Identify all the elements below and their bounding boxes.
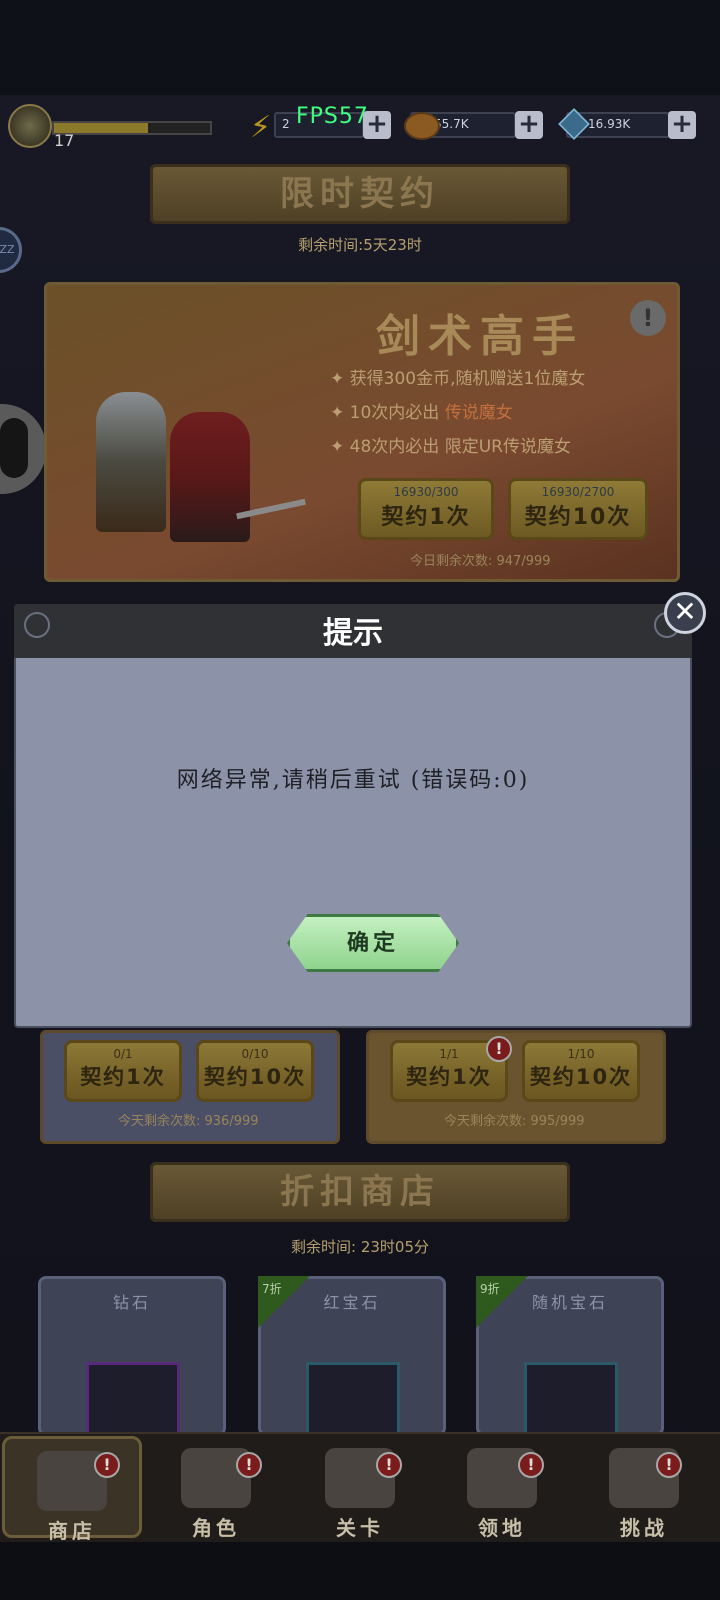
discount-tag-text: 7折: [262, 1282, 282, 1296]
discount-tag-text: 9折: [480, 1282, 500, 1296]
nav-badge: !: [518, 1452, 544, 1478]
nav-shop[interactable]: 商店: [2, 1436, 142, 1543]
nav-badge: !: [236, 1452, 262, 1478]
gem-bag-item-icon: [524, 1362, 618, 1442]
featured-contract-10-button[interactable]: 16930/2700 契约10次: [508, 478, 648, 540]
info-icon[interactable]: !: [630, 300, 666, 336]
dialog-title: 提示: [323, 616, 383, 651]
dialog-message: 网络异常,请稍后重试 (错误码:0): [176, 768, 530, 793]
nav-label: 角色: [192, 1516, 240, 1540]
right-contract-10-button[interactable]: 1/10 契约10次: [522, 1040, 640, 1102]
right-btn2-cost: 1/10: [567, 1047, 595, 1061]
left-btn2-cost: 0/10: [241, 1047, 269, 1061]
fps-counter: FPS57: [296, 104, 369, 129]
hero-knight-sprite: [96, 392, 166, 532]
featured-line-2: ✦ 10次内必出 传说魔女: [330, 403, 513, 423]
discount-shop-title: 折扣商店: [150, 1162, 570, 1222]
nav-badge: !: [94, 1452, 120, 1478]
left-btn2-label: 契约10次: [203, 1065, 307, 1089]
right-alert-badge: !: [486, 1036, 512, 1062]
nav-badge: !: [376, 1452, 402, 1478]
nav-label: 商店: [48, 1519, 96, 1543]
featured-btn2-cost: 16930/2700: [541, 485, 615, 499]
left-contract-10-button[interactable]: 0/10 契约10次: [196, 1040, 314, 1102]
ruby-item-icon: [306, 1362, 400, 1442]
status-bar-area: [0, 0, 720, 95]
featured-line-1: ✦ 获得300金币,随机赠送1位魔女: [330, 369, 586, 389]
gem-add-button[interactable]: +: [668, 111, 696, 139]
nav-label: 领地: [478, 1516, 526, 1540]
featured-btn2-label: 契约10次: [524, 505, 632, 530]
experience-bar: [52, 121, 212, 135]
left-today-count: 今天剩余次数: 936/999: [118, 1114, 259, 1129]
hero-swordswoman-sprite: [170, 412, 250, 542]
level-emblem-icon[interactable]: [8, 104, 52, 148]
gem-value: 16.93K: [588, 117, 631, 131]
left-btn1-label: 契约1次: [80, 1065, 166, 1089]
system-gesture-bar: [0, 1542, 720, 1600]
diamond-item-icon: [86, 1362, 180, 1442]
nav-label: 挑战: [620, 1516, 668, 1540]
nav-territory[interactable]: 领地: [432, 1436, 572, 1540]
shop-item-name: 钻石: [112, 1293, 151, 1312]
right-today-count: 今天剩余次数: 995/999: [444, 1114, 585, 1129]
right-btn2-label: 契约10次: [529, 1065, 633, 1089]
nav-badge: !: [656, 1452, 682, 1478]
shop-remaining-time: 剩余时间: 23时05分: [291, 1238, 429, 1256]
featured-title: 剑术高手: [376, 311, 584, 362]
nav-label: 关卡: [336, 1516, 384, 1540]
energy-value: 2: [282, 117, 290, 131]
energy-add-button[interactable]: +: [363, 111, 391, 139]
level-number: 17: [54, 131, 75, 150]
nav-challenge[interactable]: 挑战: [574, 1436, 714, 1540]
featured-contract-1-button[interactable]: 16930/300 契约1次: [358, 478, 494, 540]
right-btn1-label: 契约1次: [406, 1065, 492, 1089]
nav-character[interactable]: 角色: [146, 1436, 286, 1540]
featured-btn1-label: 契约1次: [381, 505, 471, 530]
penguin-icon: [0, 418, 28, 478]
close-button[interactable]: ✕: [664, 592, 706, 634]
featured-line-3: ✦ 48次内必出 限定UR传说魔女: [330, 437, 571, 457]
featured-btn1-cost: 16930/300: [393, 485, 459, 499]
limited-contract-title: 限时契约: [150, 164, 570, 224]
gold-coin-icon: [404, 112, 440, 140]
nav-stage[interactable]: 关卡: [290, 1436, 430, 1540]
featured-today-count: 今日剩余次数: 947/999: [410, 554, 551, 569]
left-contract-1-button[interactable]: 0/1 契约1次: [64, 1040, 182, 1102]
energy-icon: ⚡: [250, 110, 272, 145]
gold-add-button[interactable]: +: [515, 111, 543, 139]
limited-remaining-time: 剩余时间:5天23时: [298, 236, 422, 254]
confirm-button[interactable]: 确定: [287, 914, 459, 972]
left-btn1-cost: 0/1: [113, 1047, 133, 1061]
